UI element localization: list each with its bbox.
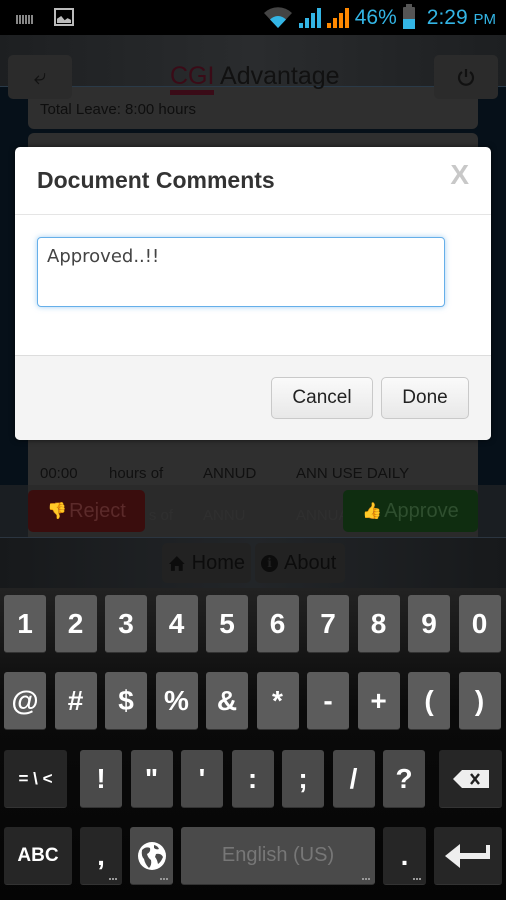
document-comments-dialog: Document Comments X Approved..!! Cancel …: [15, 147, 491, 440]
key-symbol-5[interactable]: *: [256, 672, 299, 730]
power-icon: [457, 69, 475, 86]
key-number-7[interactable]: 8: [357, 595, 400, 653]
clock: 2:29 PM: [427, 6, 496, 30]
status-bar: 46% 2:29 PM: [0, 0, 506, 35]
key-language[interactable]: [130, 827, 173, 885]
key-symbol-3[interactable]: %: [155, 672, 198, 730]
key-punct-6[interactable]: ?: [383, 750, 425, 808]
key-punct-1[interactable]: ": [130, 750, 173, 808]
info-icon: i: [261, 554, 278, 572]
key-number-0[interactable]: 1: [4, 595, 46, 653]
key-backspace[interactable]: [439, 750, 502, 808]
backspace-icon: [452, 769, 489, 788]
key-punct-3[interactable]: :: [231, 750, 274, 808]
signal-icon: [298, 8, 321, 28]
back-arrow-icon: ⤶: [33, 64, 47, 89]
home-label: Home: [191, 551, 245, 574]
back-button[interactable]: ⤶: [8, 55, 72, 99]
logo-product: Advantage: [214, 62, 340, 90]
soft-keyboard: 1234567890 @ # $% & * - +() = \ < ! " ':; /? ABC …: [0, 588, 506, 900]
cancel-button[interactable]: Cancel: [271, 377, 373, 419]
key-number-3[interactable]: 4: [155, 595, 198, 653]
key-enter[interactable]: [434, 827, 502, 885]
close-button[interactable]: X: [450, 159, 469, 191]
total-leave-card: Total Leave: 8:00 hours: [28, 87, 478, 129]
reject-label: Reject: [69, 499, 126, 522]
key-period-label: .: [400, 839, 409, 871]
key-comma-label: ,: [97, 839, 105, 871]
space-label: English (US): [221, 844, 335, 866]
battery-percent: 46%: [354, 6, 397, 29]
signal-icon-2: [326, 8, 349, 28]
key-number-1[interactable]: 2: [54, 595, 97, 653]
keyboard-icon: [16, 15, 34, 24]
logo-brand: CGI: [170, 62, 215, 95]
app-logo: CGI Advantage: [170, 62, 340, 95]
leave-description: ANN USE DAILY: [296, 465, 410, 482]
key-symbol-9[interactable]: ): [458, 672, 501, 730]
key-symbol-2[interactable]: $: [105, 672, 147, 730]
key-symbol-7[interactable]: +: [357, 672, 400, 730]
key-period[interactable]: .: [383, 827, 426, 885]
key-symbol-6[interactable]: -: [307, 672, 349, 730]
about-button[interactable]: i About: [255, 543, 345, 583]
about-label: About: [284, 551, 337, 574]
key-symbol-1[interactable]: #: [54, 672, 97, 730]
dialog-body: Approved..!!: [15, 215, 491, 355]
logout-button[interactable]: [434, 55, 498, 99]
key-space[interactable]: English (US): [181, 827, 375, 885]
image-icon: [54, 8, 74, 26]
home-icon: [168, 555, 185, 571]
key-symbol-8[interactable]: (: [408, 672, 450, 730]
reject-button[interactable]: 👎 Reject: [28, 490, 145, 532]
footer-nav: Home i About: [0, 537, 506, 588]
leave-hours: 00:00: [40, 465, 78, 482]
key-punct-4[interactable]: ;: [282, 750, 324, 808]
clock-time: 2:29: [426, 6, 468, 29]
key-number-6[interactable]: 7: [307, 595, 349, 653]
wifi-icon: [263, 7, 292, 28]
comment-input[interactable]: Approved..!!: [37, 237, 445, 307]
key-punct-5[interactable]: /: [332, 750, 375, 808]
key-comma[interactable]: ,: [80, 827, 122, 885]
thumbs-up-icon: 👍: [362, 503, 383, 520]
key-number-8[interactable]: 9: [408, 595, 450, 653]
leave-code: ANNUD: [203, 465, 257, 482]
key-number-5[interactable]: 6: [256, 595, 299, 653]
key-number-9[interactable]: 0: [458, 595, 501, 653]
key-punct-0[interactable]: !: [80, 750, 122, 808]
key-symbol-4[interactable]: &: [206, 672, 248, 730]
globe-icon: [137, 841, 166, 870]
dialog-header: Document Comments X: [15, 147, 491, 215]
key-number-4[interactable]: 5: [206, 595, 248, 653]
done-button[interactable]: Done: [381, 377, 469, 419]
thumbs-down-icon: 👎: [47, 503, 68, 520]
home-button[interactable]: Home: [162, 543, 251, 583]
key-abc[interactable]: ABC: [4, 827, 72, 885]
clock-ampm: PM: [473, 11, 497, 28]
battery-icon: [402, 4, 415, 29]
total-leave-text: Total Leave: 8:00 hours: [40, 101, 196, 118]
approve-label: Approve: [384, 499, 459, 522]
dialog-footer: Cancel Done: [15, 355, 491, 440]
approve-button[interactable]: 👍 Approve: [343, 490, 478, 532]
key-symbol-0[interactable]: @: [4, 672, 46, 730]
leave-row: 00:00 hours of ANNUD ANN USE DAILY: [40, 465, 409, 482]
leave-unit: hours of: [109, 465, 164, 482]
dialog-title: Document Comments: [37, 167, 275, 193]
key-more-symbols[interactable]: = \ <: [4, 750, 67, 808]
enter-icon: [445, 843, 490, 868]
key-number-2[interactable]: 3: [105, 595, 147, 653]
key-punct-2[interactable]: ': [181, 750, 223, 808]
